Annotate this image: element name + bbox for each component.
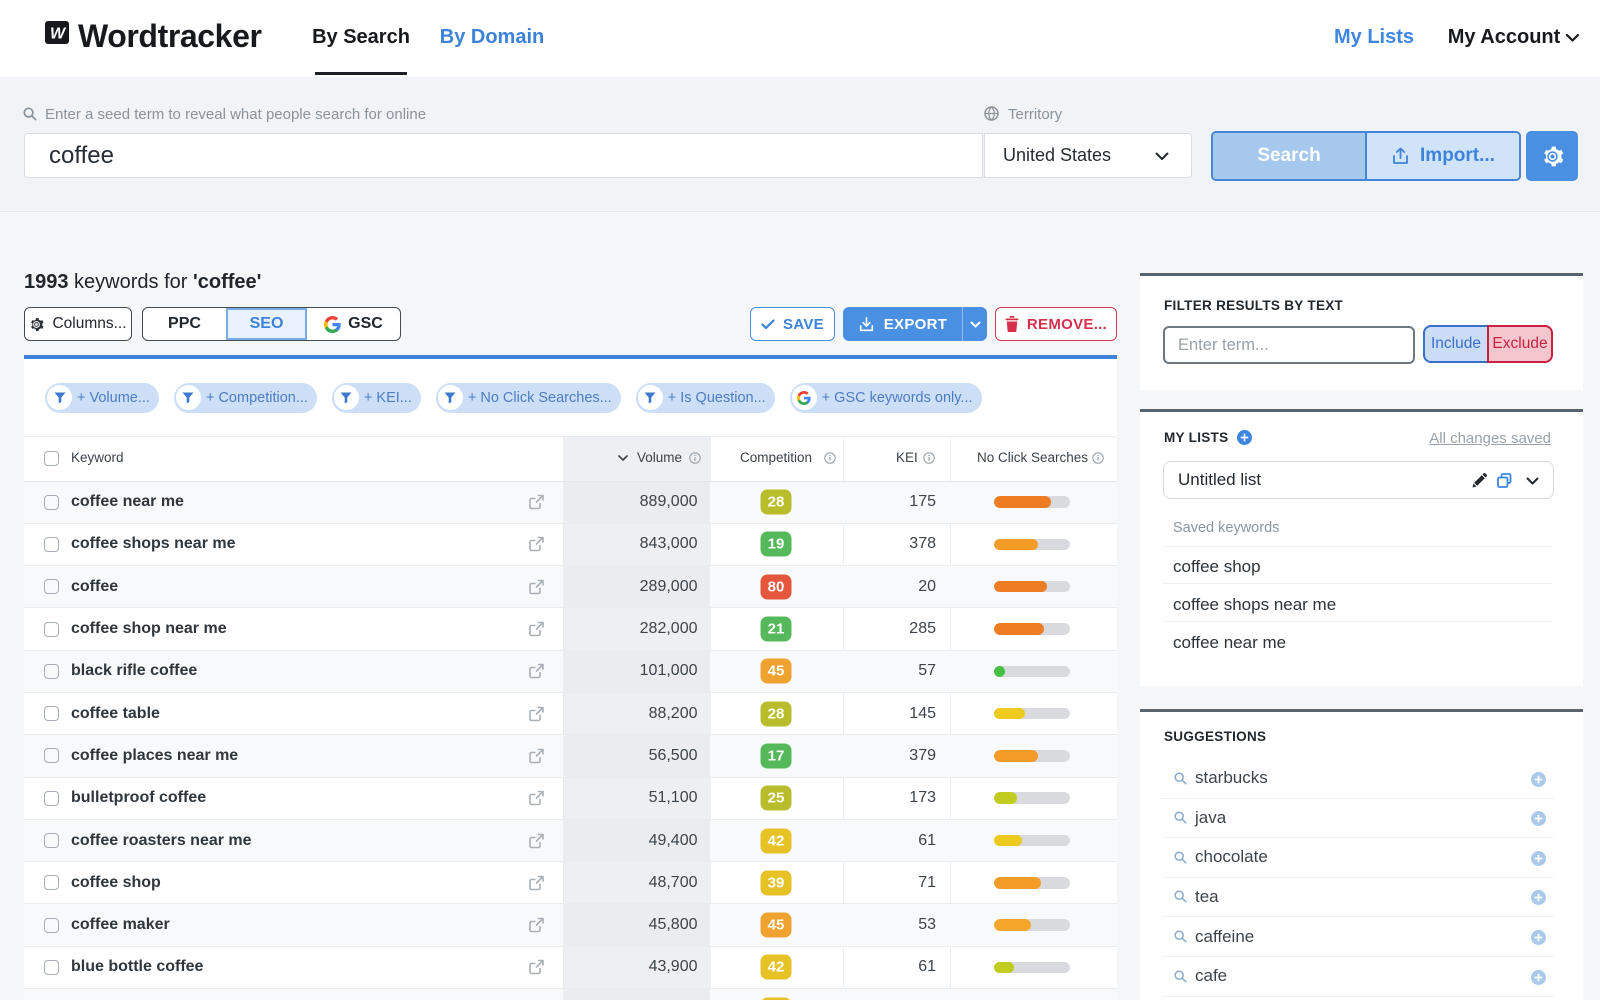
svg-text:W: W — [50, 26, 67, 43]
